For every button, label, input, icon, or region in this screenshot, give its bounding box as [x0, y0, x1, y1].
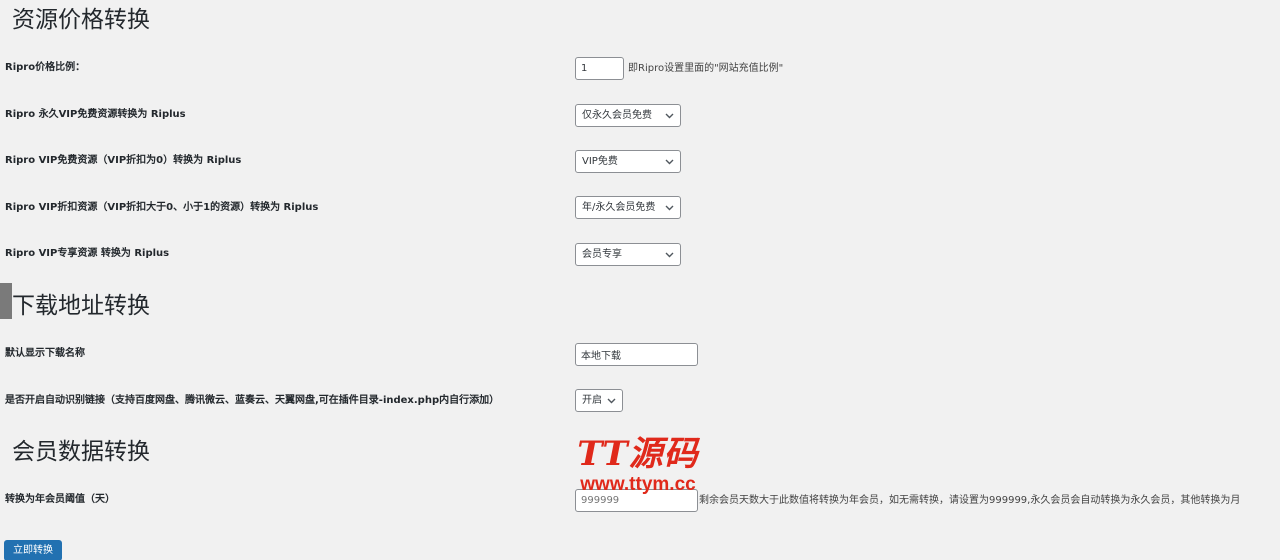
default-download-name-input[interactable]	[575, 343, 698, 366]
chevron-down-icon	[607, 390, 616, 411]
chevron-down-icon	[665, 197, 674, 218]
section-marker	[0, 283, 12, 319]
vip-free-select[interactable]: VIP免费	[575, 150, 681, 173]
chevron-down-icon	[665, 105, 674, 126]
watermark-logo: TT源码	[577, 434, 699, 474]
price-ratio-help: 即Ripro设置里面的"网站充值比例"	[628, 63, 784, 74]
vip-discount-label: Ripro VIP折扣资源（VIP折扣大于0、小于1的资源）转换为 Riplus	[5, 202, 319, 213]
price-ratio-input[interactable]	[575, 57, 624, 80]
annual-member-threshold-help: 剩余会员天数大于此数值将转换为年会员，如无需转换，请设置为999999,永久会员…	[699, 495, 1241, 506]
vip-exclusive-select-value: 会员专享	[582, 249, 622, 260]
watermark-url: www.ttym.cc	[580, 474, 696, 495]
auto-detect-links-select[interactable]: 开启	[575, 389, 623, 412]
section-title-member: 会员数据转换	[12, 439, 150, 465]
vip-discount-select[interactable]: 年/永久会员免费	[575, 196, 681, 219]
vip-discount-select-value: 年/永久会员免费	[582, 202, 656, 213]
chevron-down-icon	[665, 151, 674, 172]
permanent-vip-select[interactable]: 仅永久会员免费	[575, 104, 681, 127]
auto-detect-links-select-value: 开启	[582, 395, 602, 406]
section-title-download: 下载地址转换	[12, 293, 150, 319]
vip-free-select-value: VIP免费	[582, 156, 618, 167]
vip-exclusive-select[interactable]: 会员专享	[575, 243, 681, 266]
watermark: TT源码 www.ttym.cc	[563, 434, 713, 496]
permanent-vip-label: Ripro 永久VIP免费资源转换为 Riplus	[5, 109, 186, 120]
convert-now-button[interactable]: 立即转换	[4, 540, 62, 560]
vip-exclusive-label: Ripro VIP专享资源 转换为 Riplus	[5, 248, 170, 259]
section-title-price: 资源价格转换	[12, 7, 150, 33]
vip-free-label: Ripro VIP免费资源（VIP折扣为0）转换为 Riplus	[5, 155, 242, 166]
permanent-vip-select-value: 仅永久会员免费	[582, 110, 652, 121]
price-ratio-label: Ripro价格比例：	[5, 62, 86, 73]
default-download-name-label: 默认显示下载名称	[5, 348, 85, 359]
auto-detect-links-label: 是否开启自动识别链接（支持百度网盘、腾讯微云、蓝奏云、天翼网盘,可在插件目录-i…	[5, 395, 500, 406]
annual-member-threshold-label: 转换为年会员阈值（天）	[5, 494, 115, 505]
chevron-down-icon	[665, 244, 674, 265]
settings-page: 资源价格转换 Ripro价格比例： 即Ripro设置里面的"网站充值比例" Ri…	[0, 0, 1280, 560]
